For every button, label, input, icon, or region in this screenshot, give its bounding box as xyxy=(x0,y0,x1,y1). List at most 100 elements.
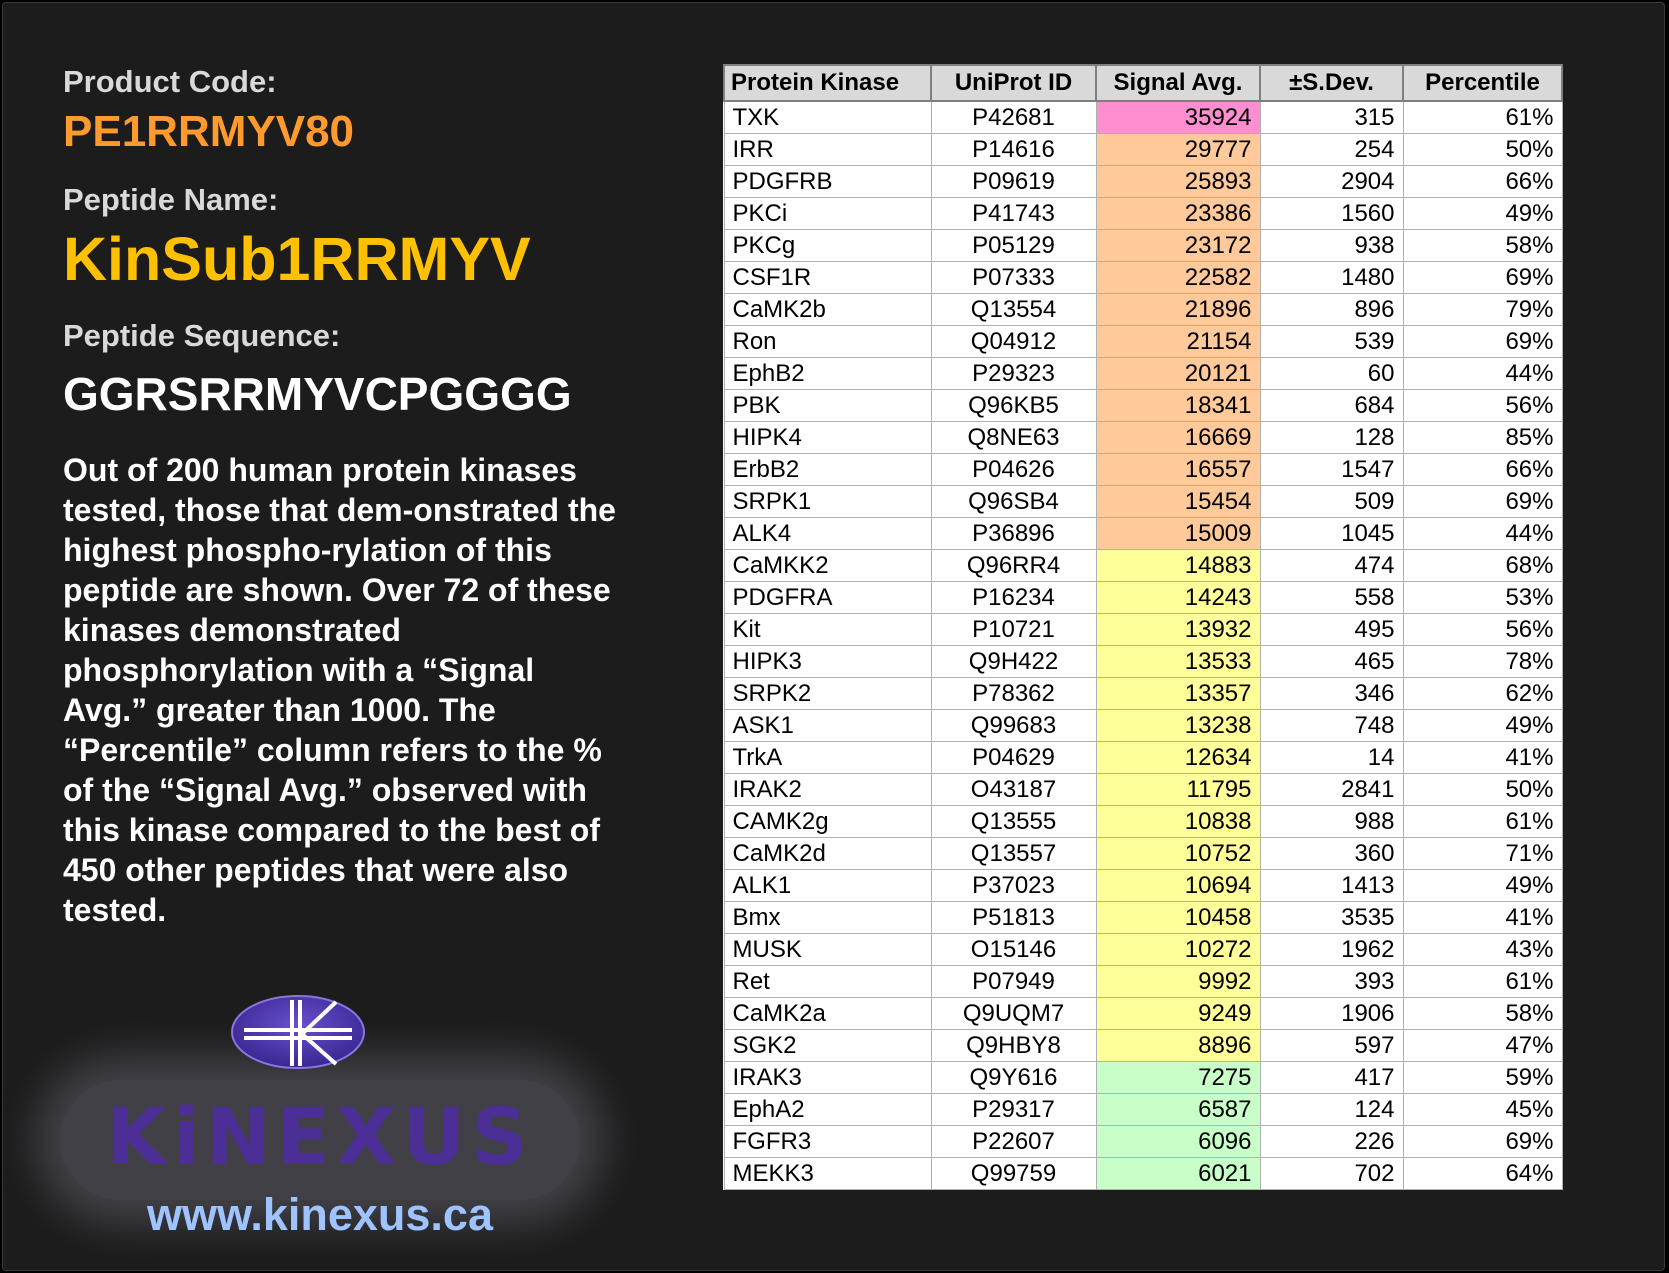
signal-cell: 10458 xyxy=(1095,901,1261,934)
table-row: Bmx P51813 10458 3535 41% xyxy=(723,901,1563,934)
product-info-panel: Product Code: PE1RRMYV80 Peptide Name: K… xyxy=(63,62,623,930)
percentile-cell: 58% xyxy=(1402,229,1563,262)
signal-cell: 7275 xyxy=(1095,1061,1261,1094)
sdev-cell: 1962 xyxy=(1259,933,1404,966)
table-row: MEKK3 Q99759 6021 702 64% xyxy=(723,1157,1563,1190)
table-row: CAMK2g Q13555 10838 988 61% xyxy=(723,805,1563,838)
uniprot-cell: Q99683 xyxy=(930,709,1097,742)
uniprot-cell: P14616 xyxy=(930,133,1097,166)
description-text: Out of 200 human protein kinases tested,… xyxy=(63,452,616,928)
sdev-cell: 1413 xyxy=(1259,869,1404,902)
uniprot-cell: Q13554 xyxy=(930,293,1097,326)
sdev-cell: 509 xyxy=(1259,485,1404,518)
signal-cell: 14243 xyxy=(1095,581,1261,614)
uniprot-cell: P04626 xyxy=(930,453,1097,486)
kinase-cell: PDGFRA xyxy=(723,581,932,614)
percentile-cell: 66% xyxy=(1402,165,1563,198)
percentile-cell: 61% xyxy=(1402,100,1563,134)
percentile-cell: 49% xyxy=(1402,869,1563,902)
table-row: IRR P14616 29777 254 50% xyxy=(723,133,1563,166)
percentile-cell: 49% xyxy=(1402,197,1563,230)
uniprot-cell: P78362 xyxy=(930,677,1097,710)
uniprot-cell: Q04912 xyxy=(930,325,1097,358)
percentile-cell: 43% xyxy=(1402,933,1563,966)
sdev-cell: 539 xyxy=(1259,325,1404,358)
uniprot-cell: Q9H422 xyxy=(930,645,1097,678)
percentile-cell: 61% xyxy=(1402,965,1563,998)
signal-cell: 12634 xyxy=(1095,741,1261,774)
signal-cell: 15454 xyxy=(1095,485,1261,518)
signal-cell: 15009 xyxy=(1095,517,1261,550)
percentile-cell: 71% xyxy=(1402,837,1563,870)
peptide-name: KinSub1RRMYV xyxy=(63,225,531,293)
sdev-cell: 938 xyxy=(1259,229,1404,262)
kinase-cell: CaMK2a xyxy=(723,997,932,1030)
kinase-cell: PBK xyxy=(723,389,932,422)
kinase-cell: IRR xyxy=(723,133,932,166)
signal-cell: 6021 xyxy=(1095,1157,1261,1190)
signal-cell: 10272 xyxy=(1095,933,1261,966)
uniprot-cell: P07949 xyxy=(930,965,1097,998)
kinase-cell: Ret xyxy=(723,965,932,998)
percentile-cell: 50% xyxy=(1402,133,1563,166)
kinase-cell: TrkA xyxy=(723,741,932,774)
table-row: CaMK2a Q9UQM7 9249 1906 58% xyxy=(723,997,1563,1030)
kinase-cell: CSF1R xyxy=(723,261,932,294)
kinase-cell: Bmx xyxy=(723,901,932,934)
table-row: PBK Q96KB5 18341 684 56% xyxy=(723,389,1563,422)
percentile-cell: 61% xyxy=(1402,805,1563,838)
kinexus-logo: KiNEXUS www.kinexus.ca xyxy=(40,990,600,1250)
sdev-cell: 1906 xyxy=(1259,997,1404,1030)
table-row: EphB2 P29323 20121 60 44% xyxy=(723,357,1563,390)
kinase-cell: IRAK3 xyxy=(723,1061,932,1094)
percentile-cell: 56% xyxy=(1402,613,1563,646)
uniprot-cell: P10721 xyxy=(930,613,1097,646)
website-link[interactable]: www.kinexus.ca xyxy=(40,1190,600,1240)
signal-cell: 23172 xyxy=(1095,229,1261,262)
table-row: PKCg P05129 23172 938 58% xyxy=(723,229,1563,262)
uniprot-cell: P07333 xyxy=(930,261,1097,294)
percentile-cell: 69% xyxy=(1402,485,1563,518)
table-row: PKCi P41743 23386 1560 49% xyxy=(723,197,1563,230)
signal-cell: 13357 xyxy=(1095,677,1261,710)
sdev-cell: 393 xyxy=(1259,965,1404,998)
table-row: CaMKK2 Q96RR4 14883 474 68% xyxy=(723,549,1563,582)
kinase-cell: CaMK2b xyxy=(723,293,932,326)
table-row: IRAK2 O43187 11795 2841 50% xyxy=(723,773,1563,806)
signal-cell: 21896 xyxy=(1095,293,1261,326)
percentile-cell: 49% xyxy=(1402,709,1563,742)
uniprot-cell: P51813 xyxy=(930,901,1097,934)
uniprot-cell: Q99759 xyxy=(930,1157,1097,1190)
sdev-cell: 346 xyxy=(1259,677,1404,710)
kinase-cell: HIPK4 xyxy=(723,421,932,454)
uniprot-cell: Q8NE63 xyxy=(930,421,1097,454)
kinase-cell: MUSK xyxy=(723,933,932,966)
table-row: SRPK2 P78362 13357 346 62% xyxy=(723,677,1563,710)
uniprot-cell: Q96KB5 xyxy=(930,389,1097,422)
table-row: MUSK O15146 10272 1962 43% xyxy=(723,933,1563,966)
table-row: PDGFRB P09619 25893 2904 66% xyxy=(723,165,1563,198)
uniprot-cell: P41743 xyxy=(930,197,1097,230)
signal-cell: 25893 xyxy=(1095,165,1261,198)
sdev-cell: 597 xyxy=(1259,1029,1404,1062)
percentile-cell: 41% xyxy=(1402,741,1563,774)
signal-cell: 11795 xyxy=(1095,773,1261,806)
uniprot-cell: P36896 xyxy=(930,517,1097,550)
kinase-cell: EphB2 xyxy=(723,357,932,390)
uniprot-cell: O43187 xyxy=(930,773,1097,806)
uniprot-cell: Q13557 xyxy=(930,837,1097,870)
table-row: Kit P10721 13932 495 56% xyxy=(723,613,1563,646)
header-protein-kinase: Protein Kinase xyxy=(723,64,932,102)
peptide-name-label: Peptide Name: xyxy=(63,182,279,217)
signal-cell: 14883 xyxy=(1095,549,1261,582)
sdev-cell: 702 xyxy=(1259,1157,1404,1190)
kinase-cell: SRPK1 xyxy=(723,485,932,518)
table-row: EphA2 P29317 6587 124 45% xyxy=(723,1093,1563,1126)
uniprot-cell: Q13555 xyxy=(930,805,1097,838)
sdev-cell: 474 xyxy=(1259,549,1404,582)
header-percentile: Percentile xyxy=(1402,64,1563,102)
kinase-cell: ALK4 xyxy=(723,517,932,550)
uniprot-cell: Q9UQM7 xyxy=(930,997,1097,1030)
signal-cell: 18341 xyxy=(1095,389,1261,422)
peptide-sequence-label: Peptide Sequence: xyxy=(63,318,341,353)
